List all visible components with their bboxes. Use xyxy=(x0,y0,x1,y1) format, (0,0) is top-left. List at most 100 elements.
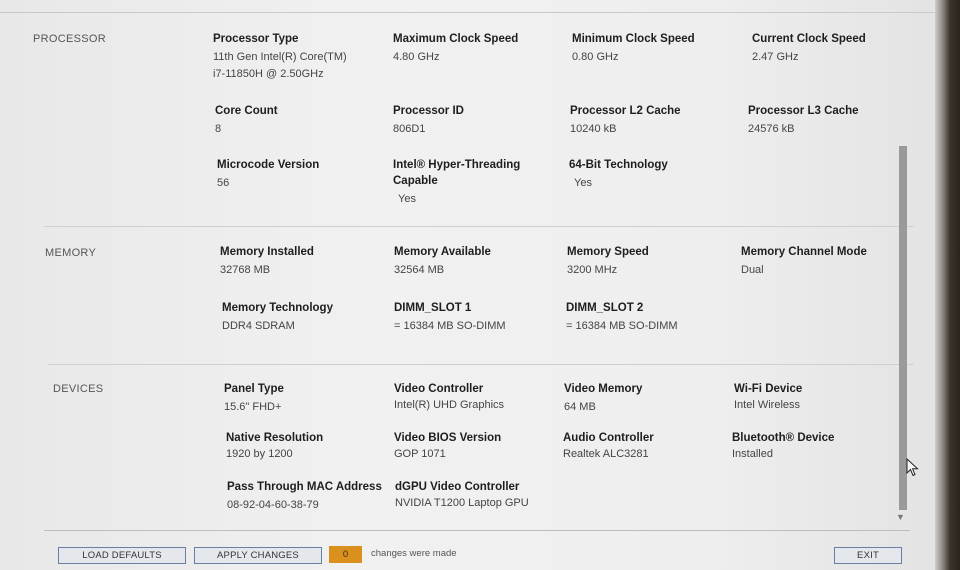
load-defaults-button[interactable]: LOAD DEFAULTS xyxy=(58,547,186,564)
field-value: DDR4 SDRAM xyxy=(222,320,295,332)
field-value: Installed xyxy=(732,448,773,460)
field-label: Memory Channel Mode xyxy=(741,246,867,258)
section-title-processor: PROCESSOR xyxy=(33,33,106,45)
field-label: Memory Technology xyxy=(222,302,333,314)
field-processor-type: Processor Type 11th Gen Intel(R) Core(TM… xyxy=(213,31,383,83)
field-label: Processor Type xyxy=(213,33,299,45)
field-label: Microcode Version xyxy=(217,159,320,171)
field-memory-technology: Memory Technology DDR4 SDRAM xyxy=(222,300,392,335)
bios-system-info-screen: PROCESSOR Processor Type 11th Gen Intel(… xyxy=(0,0,945,570)
field-label: Video Controller xyxy=(394,383,484,395)
field-native-resolution: Native Resolution 1920 by 1200 xyxy=(226,430,396,463)
scroll-down-icon[interactable]: ▼ xyxy=(896,512,905,522)
field-label: DIMM_SLOT 2 xyxy=(566,302,644,314)
field-label: dGPU Video Controller xyxy=(395,481,520,493)
field-label: Bluetooth® Device xyxy=(732,432,835,444)
changes-status-text: changes were made xyxy=(371,548,457,559)
field-l2-cache: Processor L2 Cache 10240 kB xyxy=(570,103,740,138)
field-value: 4.80 GHz xyxy=(393,51,440,63)
field-label: Core Count xyxy=(215,105,278,117)
field-label: Memory Installed xyxy=(220,246,314,258)
field-value: = 16384 MB SO-DIMM xyxy=(394,320,506,332)
field-l3-cache: Processor L3 Cache 24576 kB xyxy=(748,103,918,138)
field-label: Video BIOS Version xyxy=(394,432,502,444)
field-value: NVIDIA T1200 Laptop GPU xyxy=(395,497,529,509)
field-label: Minimum Clock Speed xyxy=(572,33,695,45)
field-label: 64-Bit Technology xyxy=(569,159,668,171)
field-memory-available: Memory Available 32564 MB xyxy=(394,244,564,279)
field-label: Current Clock Speed xyxy=(752,33,866,45)
field-value: 3200 MHz xyxy=(567,264,618,276)
field-memory-installed: Memory Installed 32768 MB xyxy=(220,244,390,279)
field-value: 32564 MB xyxy=(394,264,445,276)
footer-divider xyxy=(44,530,910,531)
field-label: Audio Controller xyxy=(563,432,654,444)
field-min-clock-speed: Minimum Clock Speed 0.80 GHz xyxy=(572,31,742,66)
field-label: Processor L3 Cache xyxy=(748,105,859,117)
field-value: 0.80 GHz xyxy=(572,51,619,63)
field-value: 64 MB xyxy=(564,401,596,413)
field-dimm-slot-1: DIMM_SLOT 1 = 16384 MB SO-DIMM xyxy=(394,300,564,335)
field-value: 8 xyxy=(215,123,222,135)
field-label: Processor L2 Cache xyxy=(570,105,681,117)
field-current-clock-speed: Current Clock Speed 2.47 GHz xyxy=(752,31,922,66)
field-panel-type: Panel Type 15.6" FHD+ xyxy=(224,381,394,416)
top-divider xyxy=(0,12,936,13)
field-video-memory: Video Memory 64 MB xyxy=(564,381,734,416)
field-value-line2: i7-11850H @ 2.50GHz xyxy=(213,68,324,80)
field-64bit-technology: 64-Bit Technology Yes xyxy=(569,157,739,192)
field-label: Memory Available xyxy=(394,246,491,258)
section-title-devices: DEVICES xyxy=(53,383,104,395)
field-audio-controller: Audio Controller Realtek ALC3281 xyxy=(563,430,733,463)
field-value: 11th Gen Intel(R) Core(TM) xyxy=(213,51,347,63)
field-value: 32768 MB xyxy=(220,264,271,276)
field-value: 806D1 xyxy=(393,123,426,135)
field-max-clock-speed: Maximum Clock Speed 4.80 GHz xyxy=(393,31,563,66)
field-dgpu-video-controller: dGPU Video Controller NVIDIA T1200 Lapto… xyxy=(395,479,575,512)
field-label: Intel® Hyper-Threading Capable xyxy=(393,159,521,187)
field-value: Yes xyxy=(398,193,416,205)
field-memory-channel-mode: Memory Channel Mode Dual xyxy=(741,244,911,279)
field-processor-id: Processor ID 806D1 xyxy=(393,103,563,138)
field-value: Realtek ALC3281 xyxy=(563,448,649,460)
field-label: Maximum Clock Speed xyxy=(393,33,519,45)
monitor-bezel xyxy=(935,0,960,570)
field-dimm-slot-2: DIMM_SLOT 2 = 16384 MB SO-DIMM xyxy=(566,300,736,335)
scrollbar-thumb[interactable] xyxy=(899,146,907,510)
field-label: Pass Through MAC Address xyxy=(227,481,382,493)
field-value: 24576 kB xyxy=(748,123,795,135)
changes-count-badge: 0 xyxy=(329,546,362,563)
field-value: 2.47 GHz xyxy=(752,51,799,63)
field-core-count: Core Count 8 xyxy=(215,103,385,138)
field-label: Memory Speed xyxy=(567,246,649,258)
section-divider xyxy=(48,364,914,365)
field-video-controller: Video Controller Intel(R) UHD Graphics xyxy=(394,381,564,414)
field-memory-speed: Memory Speed 3200 MHz xyxy=(567,244,737,279)
field-value: Dual xyxy=(741,264,764,276)
field-value: GOP 1071 xyxy=(394,448,446,460)
field-wifi-device: Wi-Fi Device Intel Wireless xyxy=(734,381,904,414)
field-label: Video Memory xyxy=(564,383,643,395)
mouse-pointer-icon xyxy=(906,458,919,477)
field-label: Native Resolution xyxy=(226,432,324,444)
field-value: 08-92-04-60-38-79 xyxy=(227,499,319,511)
field-value: Yes xyxy=(574,177,592,189)
field-label: Wi-Fi Device xyxy=(734,383,803,395)
field-value: 15.6" FHD+ xyxy=(224,401,282,413)
field-value: Intel(R) UHD Graphics xyxy=(394,399,505,411)
apply-changes-button[interactable]: APPLY CHANGES xyxy=(194,547,322,564)
exit-button[interactable]: EXIT xyxy=(834,547,902,564)
field-value: 10240 kB xyxy=(570,123,617,135)
section-title-memory: MEMORY xyxy=(45,247,97,259)
field-value: = 16384 MB SO-DIMM xyxy=(566,320,678,332)
field-hyper-threading: Intel® Hyper-Threading Capable Yes xyxy=(393,157,568,208)
section-divider xyxy=(44,226,914,227)
field-microcode-version: Microcode Version 56 xyxy=(217,157,387,192)
field-pass-through-mac: Pass Through MAC Address 08-92-04-60-38-… xyxy=(227,479,407,514)
field-video-bios-version: Video BIOS Version GOP 1071 xyxy=(394,430,564,463)
field-bluetooth-device: Bluetooth® Device Installed xyxy=(732,430,902,463)
field-label: Panel Type xyxy=(224,383,284,395)
field-value: 1920 by 1200 xyxy=(226,448,293,460)
field-value: Intel Wireless xyxy=(734,399,801,411)
field-label: Processor ID xyxy=(393,105,464,117)
